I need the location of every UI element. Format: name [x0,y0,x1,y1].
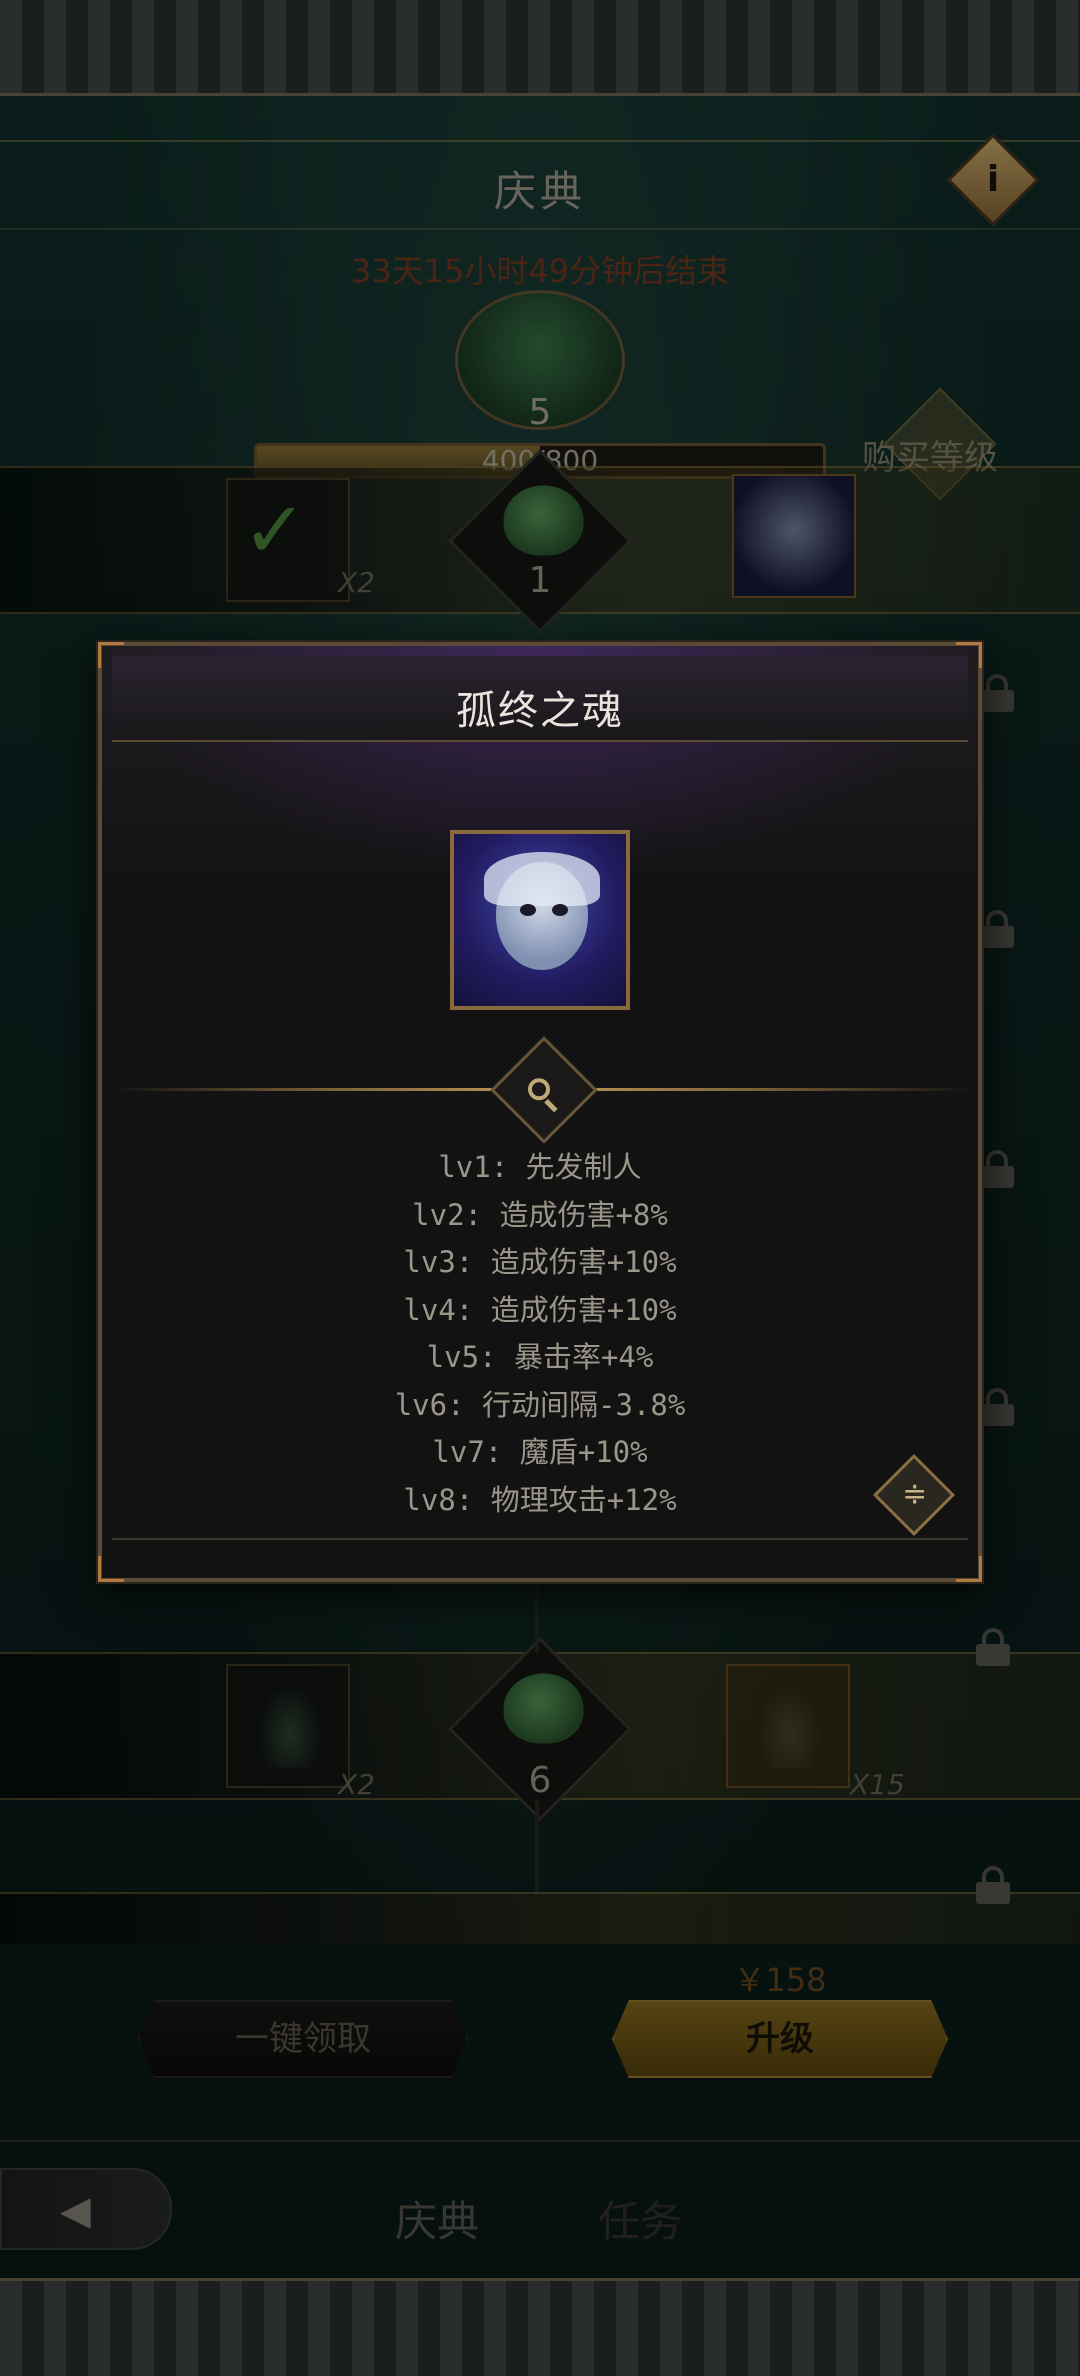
corner-ornament [956,642,982,668]
modal-bottom-ornament [112,1538,968,1568]
skill-line: lv3: 造成伤害+10% [403,1245,677,1279]
bottom-frame [0,2278,1080,2376]
inspect-button[interactable] [490,1036,598,1144]
ghost-portrait-icon [450,830,630,1010]
skill-line: lv7: 魔盾+10% [432,1435,648,1469]
top-frame [0,0,1080,96]
skill-line: lv2: 造成伤害+8% [412,1197,668,1232]
collapse-icon: ≑ [902,1476,928,1512]
skill-line: lv4: 造成伤害+10% [403,1292,677,1327]
skill-list: lv1: 先发制人 lv2: 造成伤害+8% lv3: 造成伤害+10% lv4… [102,1144,978,1524]
skill-line: lv6: 行动间隔-3.8% [394,1387,686,1422]
corner-ornament [98,642,124,668]
skill-line: lv1: 先发制人 [438,1150,642,1184]
modal-title: 孤终之魂 [456,688,624,734]
skill-line: lv8: 物理攻击+12% [403,1482,677,1517]
magnifier-icon [526,1076,562,1113]
item-detail-modal: 孤终之魂 lv1: 先发制人 lv2: 造成伤害+8% lv3: 造成伤害+10… [98,642,982,1582]
skill-line: lv5: 暴击率+4% [426,1340,654,1374]
